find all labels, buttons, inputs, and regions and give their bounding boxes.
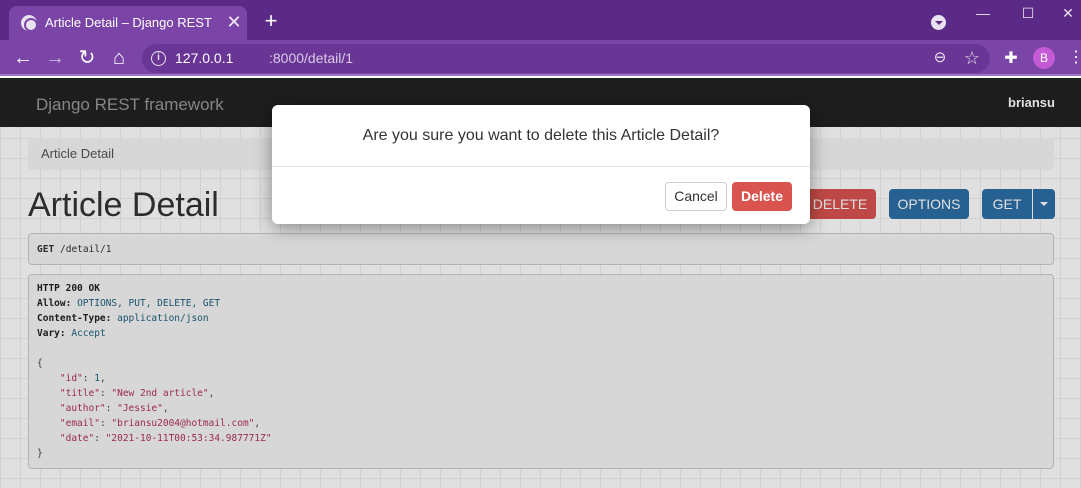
browser-tab-bar: Article Detail – Django REST framework ✕… xyxy=(0,0,1081,40)
address-bar[interactable]: i 127.0.0.1 :8000/detail/1 ⊖ ☆ xyxy=(142,44,990,73)
browser-toolbar: ← → ↻ ⌂ i 127.0.0.1 :8000/detail/1 ⊖ ☆ ✚… xyxy=(0,40,1081,76)
delete-confirm-modal: Are you sure you want to delete this Art… xyxy=(272,105,810,224)
zoom-icon[interactable]: ⊖ xyxy=(932,50,948,66)
modal-cancel-button[interactable]: Cancel xyxy=(665,182,727,211)
modal-delete-button[interactable]: Delete xyxy=(732,182,792,211)
tab-search-icon[interactable] xyxy=(931,15,946,30)
tab-title: Article Detail – Django REST framework xyxy=(45,15,215,30)
url-host: 127.0.0.1 xyxy=(175,50,234,66)
url-path: :8000/detail/1 xyxy=(269,50,354,66)
modal-message: Are you sure you want to delete this Art… xyxy=(362,127,720,144)
profile-avatar[interactable]: B xyxy=(1033,47,1055,69)
home-icon[interactable]: ⌂ xyxy=(108,47,130,69)
modal-body: Are you sure you want to delete this Art… xyxy=(272,105,810,167)
tab-close-button[interactable]: ✕ xyxy=(225,12,243,32)
browser-tab[interactable]: Article Detail – Django REST framework ✕ xyxy=(9,6,247,40)
window-minimize-button[interactable]: — xyxy=(968,4,998,24)
new-tab-button[interactable]: + xyxy=(260,10,282,32)
window-maximize-button[interactable]: ☐ xyxy=(1013,4,1043,24)
site-info-icon[interactable]: i xyxy=(151,51,166,66)
browser-menu-icon[interactable]: ⋮ xyxy=(1068,47,1081,69)
reload-icon[interactable]: ↻ xyxy=(76,47,98,69)
globe-icon xyxy=(21,15,38,32)
forward-arrow-icon[interactable]: → xyxy=(44,47,66,69)
back-arrow-icon[interactable]: ← xyxy=(12,47,34,69)
extensions-puzzle-icon[interactable]: ✚ xyxy=(1001,49,1021,69)
window-close-button[interactable]: ✕ xyxy=(1053,4,1081,24)
bookmark-star-icon[interactable]: ☆ xyxy=(962,48,982,68)
